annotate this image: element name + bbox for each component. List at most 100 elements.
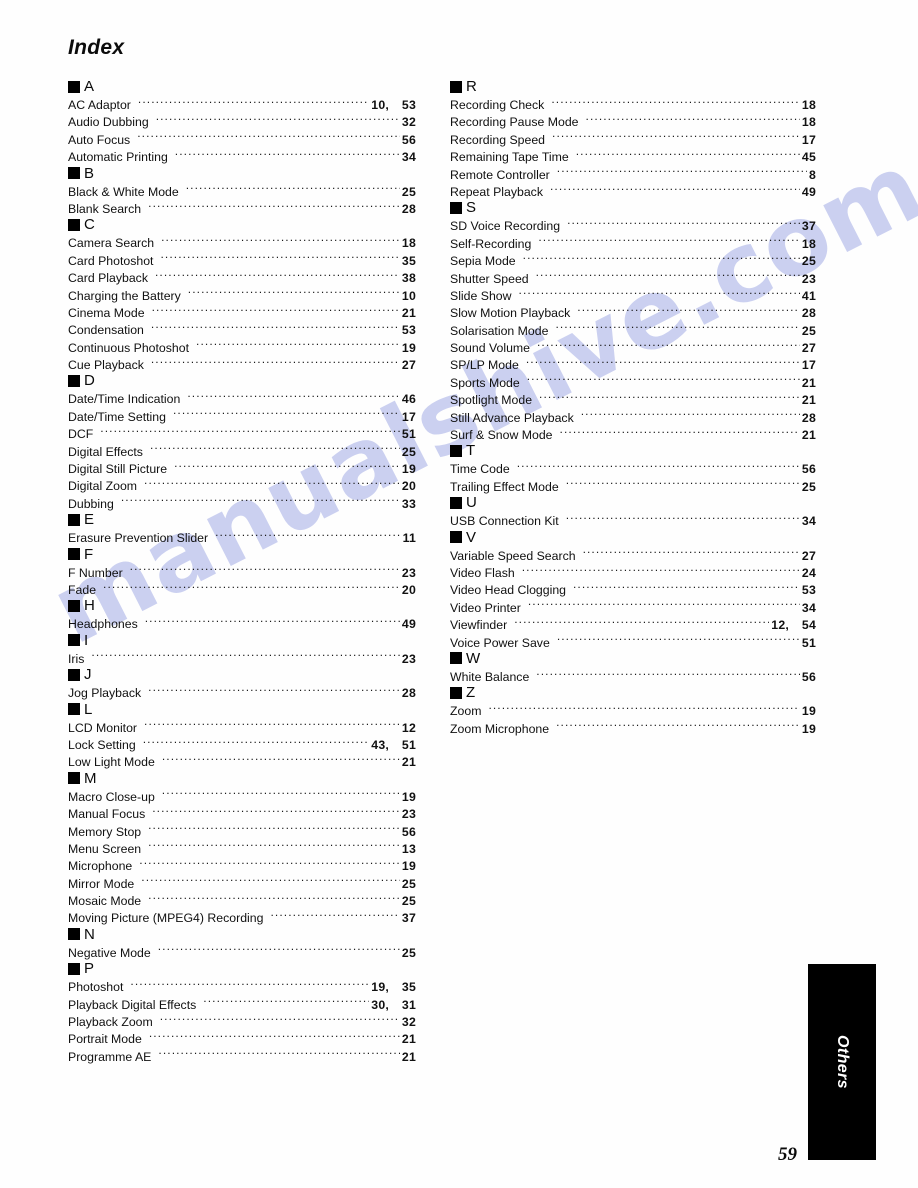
index-entry[interactable]: Zoom Microphone 19 <box>450 719 816 736</box>
leader-dots <box>550 182 800 196</box>
index-entry[interactable]: Dubbing 33 <box>68 494 416 511</box>
index-entry[interactable]: Time Code 56 <box>450 459 816 476</box>
index-entry[interactable]: Shutter Speed 23 <box>450 269 816 286</box>
leader-dots <box>148 839 400 853</box>
index-entry[interactable]: Programme AE 21 <box>68 1047 416 1064</box>
index-entry[interactable]: Viewfinder12,54 <box>450 615 816 632</box>
index-entry[interactable]: Sound Volume 27 <box>450 338 816 355</box>
index-entry[interactable]: Fade 20 <box>68 580 416 597</box>
index-entry[interactable]: Camera Search 18 <box>68 233 416 250</box>
index-entry[interactable]: Video Head Clogging 53 <box>450 580 816 597</box>
index-entry[interactable]: Card Playback 38 <box>68 268 416 285</box>
index-entry[interactable]: Recording Check 18 <box>450 95 816 112</box>
index-entry[interactable]: Mirror Mode 25 <box>68 874 416 891</box>
index-entry[interactable]: Remaining Tape Time 45 <box>450 147 816 164</box>
index-entry-term: USB Connection Kit <box>450 514 559 529</box>
index-entry[interactable]: Negative Mode 25 <box>68 943 416 960</box>
index-entry[interactable]: Card Photoshot 35 <box>68 251 416 268</box>
index-entry[interactable]: Photoshot19,35 <box>68 977 416 994</box>
leader-dots <box>573 580 800 594</box>
index-entry[interactable]: AC Adaptor10,53 <box>68 95 416 112</box>
index-entry-pages: 18 <box>800 97 816 112</box>
index-entry[interactable]: Low Light Mode 21 <box>68 752 416 769</box>
index-entry[interactable]: Mosaic Mode 25 <box>68 891 416 908</box>
index-entry[interactable]: Slide Show 41 <box>450 286 816 303</box>
page-ref: 31 <box>401 997 416 1012</box>
index-entry[interactable]: White Balance 56 <box>450 667 816 684</box>
leader-dots <box>160 1012 400 1026</box>
index-entry[interactable]: Self-Recording 18 <box>450 234 816 251</box>
index-entry[interactable]: Memory Stop 56 <box>68 822 416 839</box>
page-ref: 18 <box>401 236 416 251</box>
index-entry[interactable]: Digital Still Picture 19 <box>68 459 416 476</box>
index-entry[interactable]: USB Connection Kit 34 <box>450 511 816 528</box>
index-entry[interactable]: Playback Digital Effects30,31 <box>68 995 416 1012</box>
index-entry[interactable]: Video Printer 34 <box>450 598 816 615</box>
page-number: 59 <box>778 1144 797 1165</box>
index-entry[interactable]: Audio Dubbing 32 <box>68 112 416 129</box>
index-entry[interactable]: Menu Screen 13 <box>68 839 416 856</box>
index-entry[interactable]: Cue Playback 27 <box>68 355 416 372</box>
index-entry[interactable]: Recording Speed 17 <box>450 130 816 147</box>
index-entry-pages: 34 <box>800 600 816 615</box>
index-entry[interactable]: Manual Focus 23 <box>68 804 416 821</box>
index-entry[interactable]: Zoom 19 <box>450 701 816 718</box>
index-entry[interactable]: Portrait Mode 21 <box>68 1029 416 1046</box>
index-entry[interactable]: Iris 23 <box>68 649 416 666</box>
bullet-square-icon <box>68 772 80 785</box>
page-ref: 56 <box>801 669 816 684</box>
index-entry-pages: 21 <box>400 754 416 769</box>
index-entry[interactable]: Erasure Prevention Slider 11 <box>68 528 416 545</box>
index-entry[interactable]: F Number 23 <box>68 563 416 580</box>
index-entry[interactable]: Date/Time Indication 46 <box>68 389 416 406</box>
index-entry-term: Fade <box>68 582 97 597</box>
index-entry[interactable]: Blank Search 28 <box>68 199 416 216</box>
index-entry[interactable]: Sports Mode 21 <box>450 373 816 390</box>
index-entry[interactable]: Still Advance Playback 28 <box>450 408 816 425</box>
index-entry[interactable]: Automatic Printing 34 <box>68 147 416 164</box>
index-entry-term: Video Printer <box>450 600 521 615</box>
index-entry[interactable]: Charging the Battery 10 <box>68 286 416 303</box>
page-ref: 13 <box>401 841 416 856</box>
index-entry[interactable]: Jog Playback 28 <box>68 683 416 700</box>
index-entry[interactable]: Playback Zoom 32 <box>68 1012 416 1029</box>
index-entry[interactable]: Date/Time Setting 17 <box>68 407 416 424</box>
page-ref: 18 <box>801 115 816 130</box>
index-entry[interactable]: Condensation 53 <box>68 320 416 337</box>
letter-heading-label: L <box>84 700 93 718</box>
index-entry[interactable]: Black & White Mode 25 <box>68 182 416 199</box>
index-entry[interactable]: Moving Picture (MPEG4) Recording 37 <box>68 908 416 925</box>
index-entry[interactable]: SD Voice Recording 37 <box>450 216 816 233</box>
index-entry[interactable]: Cinema Mode 21 <box>68 303 416 320</box>
index-entry[interactable]: Voice Power Save 51 <box>450 633 816 650</box>
index-entry[interactable]: Spotlight Mode 21 <box>450 390 816 407</box>
index-entry-term: Date/Time Setting <box>68 409 166 424</box>
index-entry[interactable]: Continuous Photoshot 19 <box>68 338 416 355</box>
index-entry[interactable]: Headphones 49 <box>68 614 416 631</box>
letter-heading-b: B <box>68 165 416 182</box>
index-entry[interactable]: DCF 51 <box>68 424 416 441</box>
index-entry[interactable]: Macro Close-up 19 <box>68 787 416 804</box>
letter-heading-label: P <box>84 960 95 978</box>
index-entry[interactable]: Repeat Playback 49 <box>450 182 816 199</box>
index-entry-term: Cue Playback <box>68 358 144 373</box>
index-entry[interactable]: SP/LP Mode 17 <box>450 355 816 372</box>
index-entry[interactable]: Lock Setting43,51 <box>68 735 416 752</box>
index-entry[interactable]: Remote Controller 8 <box>450 165 816 182</box>
index-entry[interactable]: Slow Motion Playback 28 <box>450 303 816 320</box>
index-entry[interactable]: Solarisation Mode 25 <box>450 321 816 338</box>
index-entry[interactable]: Microphone 19 <box>68 856 416 873</box>
index-entry[interactable]: LCD Monitor 12 <box>68 718 416 735</box>
index-entry[interactable]: Auto Focus 56 <box>68 130 416 147</box>
index-entry-term: Mirror Mode <box>68 876 135 891</box>
index-entry[interactable]: Recording Pause Mode 18 <box>450 112 816 129</box>
index-entry[interactable]: Surf & Snow Mode 21 <box>450 425 816 442</box>
index-entry[interactable]: Video Flash 24 <box>450 563 816 580</box>
index-entry[interactable]: Trailing Effect Mode 25 <box>450 477 816 494</box>
index-entry[interactable]: Variable Speed Search 27 <box>450 546 816 563</box>
leader-dots <box>151 320 400 334</box>
index-entry[interactable]: Sepia Mode 25 <box>450 251 816 268</box>
index-entry[interactable]: Digital Effects 25 <box>68 442 416 459</box>
index-entry[interactable]: Digital Zoom 20 <box>68 476 416 493</box>
bullet-square-icon <box>68 80 80 93</box>
